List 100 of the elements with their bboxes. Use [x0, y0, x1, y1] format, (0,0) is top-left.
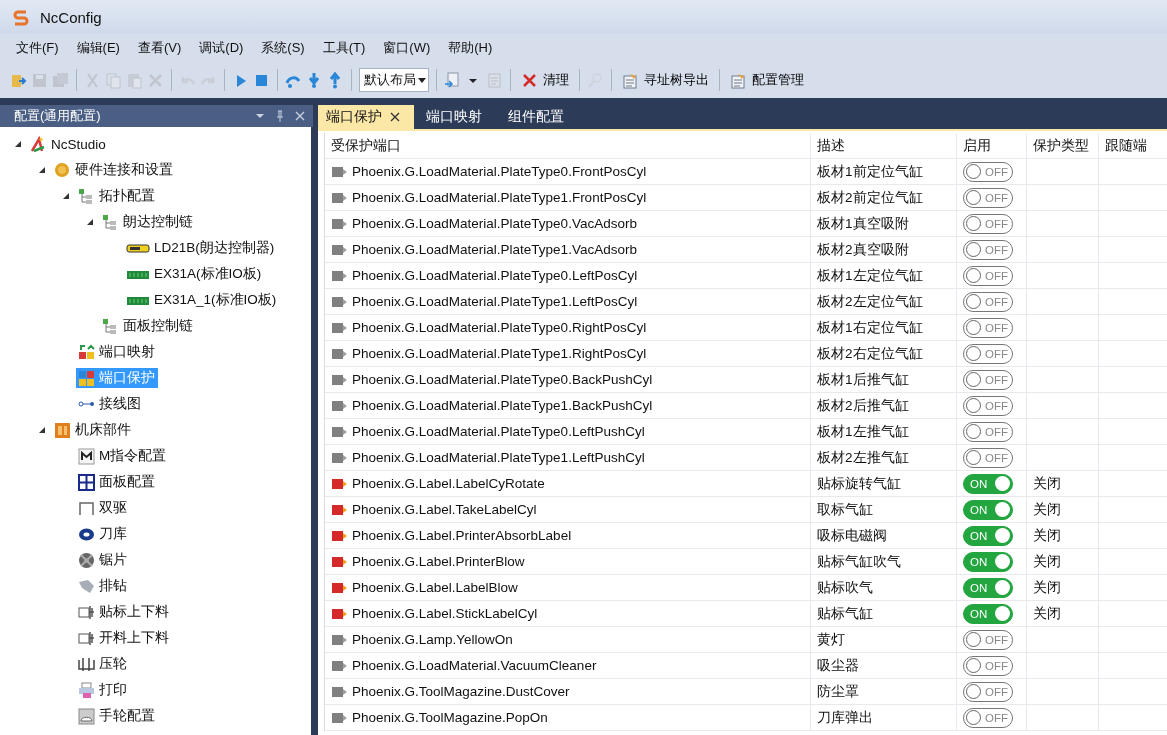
tab[interactable]: 组件配置: [500, 105, 578, 129]
port-name: Phoenix.G.LoadMaterial.PlateType1.VacAdsorb: [352, 242, 637, 257]
port-name: Phoenix.G.LoadMaterial.PlateType0.BackPushCyl: [352, 372, 653, 387]
toggle-switch[interactable]: OFF: [963, 681, 1013, 702]
caret-icon: [418, 77, 426, 83]
table-cell: 板材2左推气缸: [811, 445, 957, 470]
tree-structure-icon: [78, 187, 95, 205]
tree-item[interactable]: 刀库: [76, 524, 130, 544]
loader-icon: [78, 603, 95, 621]
pin-icon[interactable]: [275, 110, 285, 122]
menu-item[interactable]: 查看(V): [137, 39, 182, 57]
tab[interactable]: 端口保护: [318, 105, 414, 129]
tree-item[interactable]: LD21B(朗达控制器): [124, 238, 278, 258]
expander-icon[interactable]: [62, 192, 70, 200]
toolbar-button[interactable]: 寻址树导出: [619, 69, 712, 91]
toggle-switch[interactable]: OFF: [963, 317, 1013, 338]
table-cell: 防尘罩: [811, 679, 957, 704]
tree-item[interactable]: 机床部件: [52, 420, 134, 440]
table-cell: 板材2前定位气缸: [811, 185, 957, 210]
toggle-switch[interactable]: OFF: [963, 707, 1013, 728]
tree-item[interactable]: 双驱: [76, 498, 130, 518]
clipboard-icon: [622, 71, 639, 89]
toggle-switch[interactable]: OFF: [963, 421, 1013, 442]
tree-item[interactable]: 接线图: [76, 394, 144, 414]
clipboard-icon: [730, 71, 747, 89]
toggle-switch[interactable]: OFF: [963, 291, 1013, 312]
column-header[interactable]: 保护类型: [1027, 133, 1099, 158]
tree-structure-icon: [102, 213, 119, 231]
expander-icon[interactable]: [38, 426, 46, 434]
toggle-switch[interactable]: OFF: [963, 447, 1013, 468]
column-header[interactable]: 受保护端口: [325, 133, 811, 158]
tree-item[interactable]: 排钻: [76, 576, 130, 596]
table-cell: 取标气缸: [811, 497, 957, 522]
tree-item[interactable]: 硬件连接和设置: [52, 160, 176, 180]
menu-item[interactable]: 调试(D): [199, 39, 244, 57]
port-name: Phoenix.G.LoadMaterial.PlateType0.RightPosCyl: [352, 320, 647, 335]
tree-item[interactable]: 端口映射: [76, 342, 158, 362]
table-cell: 黄灯: [811, 627, 957, 652]
menu-item[interactable]: 文件(F): [16, 39, 59, 57]
expander-icon[interactable]: [86, 218, 94, 226]
toolbar-button[interactable]: 清理: [518, 69, 572, 91]
toggle-switch[interactable]: OFF: [963, 161, 1013, 182]
tree-item[interactable]: M指令配置: [76, 446, 170, 466]
table-cell: 贴标吹气: [811, 575, 957, 600]
toggle-switch[interactable]: OFF: [963, 265, 1013, 286]
tree-item[interactable]: 压轮: [76, 654, 130, 674]
tree-item[interactable]: EX31A(标准IO板): [124, 264, 265, 284]
mapping-icon: [78, 343, 95, 361]
roller-icon: [78, 655, 95, 673]
port-name: Phoenix.G.Label.LabelBlow: [352, 580, 518, 595]
tree-item[interactable]: 打印: [76, 680, 130, 700]
table-cell: 板材2右定位气缸: [811, 341, 957, 366]
delete-icon: [521, 71, 538, 89]
menu-item[interactable]: 窗口(W): [383, 39, 431, 57]
table-cell: 贴标旋转气缸: [811, 471, 957, 496]
toggle-switch[interactable]: OFF: [963, 213, 1013, 234]
layout-dropdown[interactable]: 默认布局: [359, 68, 429, 92]
tree-item[interactable]: NcStudio: [28, 134, 109, 154]
table-cell: 关闭: [1027, 523, 1099, 548]
tree-item[interactable]: 贴标上下料: [76, 602, 172, 622]
port-name: Phoenix.G.LoadMaterial.PlateType1.BackPushCyl: [352, 398, 653, 413]
machine-icon: [54, 421, 71, 439]
toggle-switch[interactable]: OFF: [963, 629, 1013, 650]
tree-item[interactable]: EX31A_1(标准IO板): [124, 290, 280, 310]
port-name: Phoenix.G.LoadMaterial.PlateType0.LeftPushCyl: [352, 424, 645, 439]
column-header[interactable]: 启用: [957, 133, 1027, 158]
toggle-switch[interactable]: OFF: [963, 655, 1013, 676]
panel-title: 配置(通用配置): [14, 107, 101, 125]
expander-icon[interactable]: [14, 140, 22, 148]
m-command-icon: [78, 447, 95, 465]
toggle-switch[interactable]: OFF: [963, 395, 1013, 416]
tab[interactable]: 端口映射: [418, 105, 496, 129]
menu-item[interactable]: 编辑(E): [76, 39, 120, 57]
tree-item[interactable]: 面板控制链: [100, 316, 196, 336]
table-cell: 贴标气缸: [811, 601, 957, 626]
port-name: Phoenix.G.LoadMaterial.PlateType1.LeftPushCyl: [352, 450, 645, 465]
tree-item[interactable]: 朗达控制链: [100, 212, 196, 232]
toggle-switch[interactable]: OFF: [963, 187, 1013, 208]
menu-item[interactable]: 帮助(H): [448, 39, 493, 57]
tree-item[interactable]: 面板配置: [76, 472, 158, 492]
expander-icon[interactable]: [38, 166, 46, 174]
column-header[interactable]: 描述: [811, 133, 957, 158]
menu-item[interactable]: 工具(T): [322, 39, 366, 57]
handwheel-icon: [78, 707, 95, 725]
port-name: Phoenix.G.Label.PrinterBlow: [352, 554, 525, 569]
toolbar-button[interactable]: 配置管理: [727, 69, 807, 91]
tree-item[interactable]: 拓扑配置: [76, 186, 158, 206]
table-cell: 贴标气缸吹气: [811, 549, 957, 574]
toggle-switch[interactable]: OFF: [963, 239, 1013, 260]
table-cell: 关闭: [1027, 575, 1099, 600]
tree-item[interactable]: 手轮配置: [76, 706, 158, 726]
table-cell: 板材1左定位气缸: [811, 263, 957, 288]
table-cell: 板材1前定位气缸: [811, 159, 957, 184]
tree-item[interactable]: 开料上下料: [76, 628, 172, 648]
toggle-switch[interactable]: OFF: [963, 343, 1013, 364]
toggle-switch[interactable]: OFF: [963, 369, 1013, 390]
menu-item[interactable]: 系统(S): [261, 39, 305, 57]
column-header[interactable]: 跟随端: [1099, 133, 1167, 158]
tree-item[interactable]: 锯片: [76, 550, 130, 570]
close-icon[interactable]: [390, 112, 400, 122]
